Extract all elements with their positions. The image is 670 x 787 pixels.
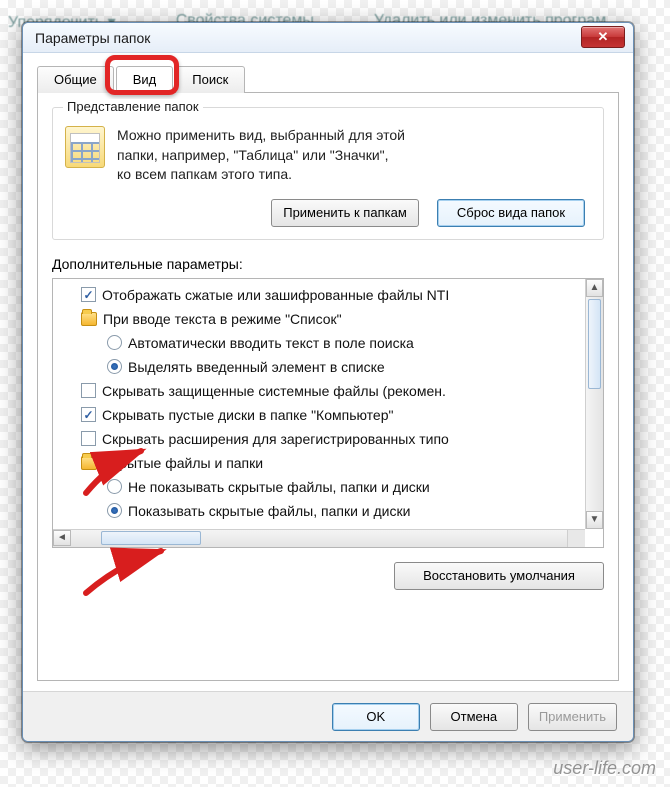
close-button[interactable]: ✕ (581, 26, 625, 48)
scroll-down-icon[interactable]: ▼ (586, 511, 603, 529)
folder-grid-icon (65, 126, 105, 168)
tree-item[interactable]: Выделять введенный элемент в списке (59, 355, 583, 379)
tree-item[interactable]: Скрывать расширения для зарегистрированн… (59, 427, 583, 451)
scroll-up-icon[interactable]: ▲ (586, 279, 603, 297)
tree-item-label: Скрывать расширения для зарегистрированн… (102, 431, 449, 447)
tab-strip: Общие Вид Поиск (37, 65, 619, 93)
radio[interactable] (107, 503, 122, 518)
advanced-settings-label: Дополнительные параметры: (52, 256, 604, 272)
dialog-footer: OK Отмена Применить (23, 691, 633, 741)
close-icon: ✕ (598, 29, 609, 45)
tree-item[interactable]: Показывать скрытые файлы, папки и диски (59, 499, 583, 523)
tree-item-label: Показывать скрытые файлы, папки и диски (128, 503, 410, 519)
tree-item-label: Не показывать скрытые файлы, папки и дис… (128, 479, 430, 495)
vertical-scrollbar[interactable]: ▲ ▼ (585, 279, 603, 529)
checkbox[interactable] (81, 407, 96, 422)
radio[interactable] (107, 479, 122, 494)
tree-item[interactable]: Не показывать скрытые файлы, папки и дис… (59, 475, 583, 499)
apply-button[interactable]: Применить (528, 703, 617, 731)
tree-item[interactable]: Скрытые файлы и папки (59, 451, 583, 475)
checkbox[interactable] (81, 431, 96, 446)
tree-item-label: Скрывать пустые диски в папке "Компьютер… (102, 407, 393, 423)
tree-item[interactable]: Скрывать пустые диски в папке "Компьютер… (59, 403, 583, 427)
group-title: Представление папок (63, 99, 203, 114)
tree-item-label: Автоматически вводить текст в поле поиск… (128, 335, 414, 351)
tree-item[interactable]: Автоматически вводить текст в поле поиск… (59, 331, 583, 355)
titlebar: Параметры папок ✕ (23, 23, 633, 53)
checkbox[interactable] (81, 287, 96, 302)
apply-to-folders-button[interactable]: Применить к папкам (271, 199, 419, 227)
tree-item-label: При вводе текста в режиме "Список" (103, 311, 342, 327)
folder-icon (81, 456, 97, 470)
dialog-title: Параметры папок (35, 30, 150, 46)
tab-panel-view: Представление папок Можно применить вид,… (37, 93, 619, 681)
radio[interactable] (107, 335, 122, 350)
reset-folders-button[interactable]: Сброс вида папок (437, 199, 585, 227)
tree-item-label: Отображать сжатые или зашифрованные файл… (102, 287, 449, 303)
group-description: Можно применить вид, выбранный для этой … (117, 126, 405, 185)
horizontal-scrollbar[interactable]: ◄ ► (53, 529, 585, 547)
radio[interactable] (107, 359, 122, 374)
restore-defaults-button[interactable]: Восстановить умолчания (394, 562, 604, 590)
folder-icon (81, 312, 97, 326)
folder-options-dialog: Параметры папок ✕ Общие Вид Поиск Предст… (22, 22, 634, 742)
tree-item[interactable]: Скрывать защищенные системные файлы (рек… (59, 379, 583, 403)
scroll-corner (567, 529, 585, 547)
hscroll-thumb[interactable] (101, 531, 201, 545)
folder-views-group: Представление папок Можно применить вид,… (52, 107, 604, 240)
tree-item[interactable]: Отображать сжатые или зашифрованные файл… (59, 283, 583, 307)
tree-item-label: Скрывать защищенные системные файлы (рек… (102, 383, 446, 399)
checkbox[interactable] (81, 383, 96, 398)
tab-general[interactable]: Общие (37, 66, 114, 93)
scroll-thumb[interactable] (588, 299, 601, 389)
watermark: user-life.com (553, 758, 656, 779)
tab-view[interactable]: Вид (116, 66, 174, 93)
tab-search[interactable]: Поиск (175, 66, 245, 93)
cancel-button[interactable]: Отмена (430, 703, 518, 731)
scroll-left-icon[interactable]: ◄ (53, 530, 71, 546)
ok-button[interactable]: OK (332, 703, 420, 731)
tree-item-label: Скрытые файлы и папки (103, 455, 263, 471)
advanced-settings-tree[interactable]: Отображать сжатые или зашифрованные файл… (52, 278, 604, 548)
tree-item[interactable]: При вводе текста в режиме "Список" (59, 307, 583, 331)
tree-item-label: Выделять введенный элемент в списке (128, 359, 385, 375)
